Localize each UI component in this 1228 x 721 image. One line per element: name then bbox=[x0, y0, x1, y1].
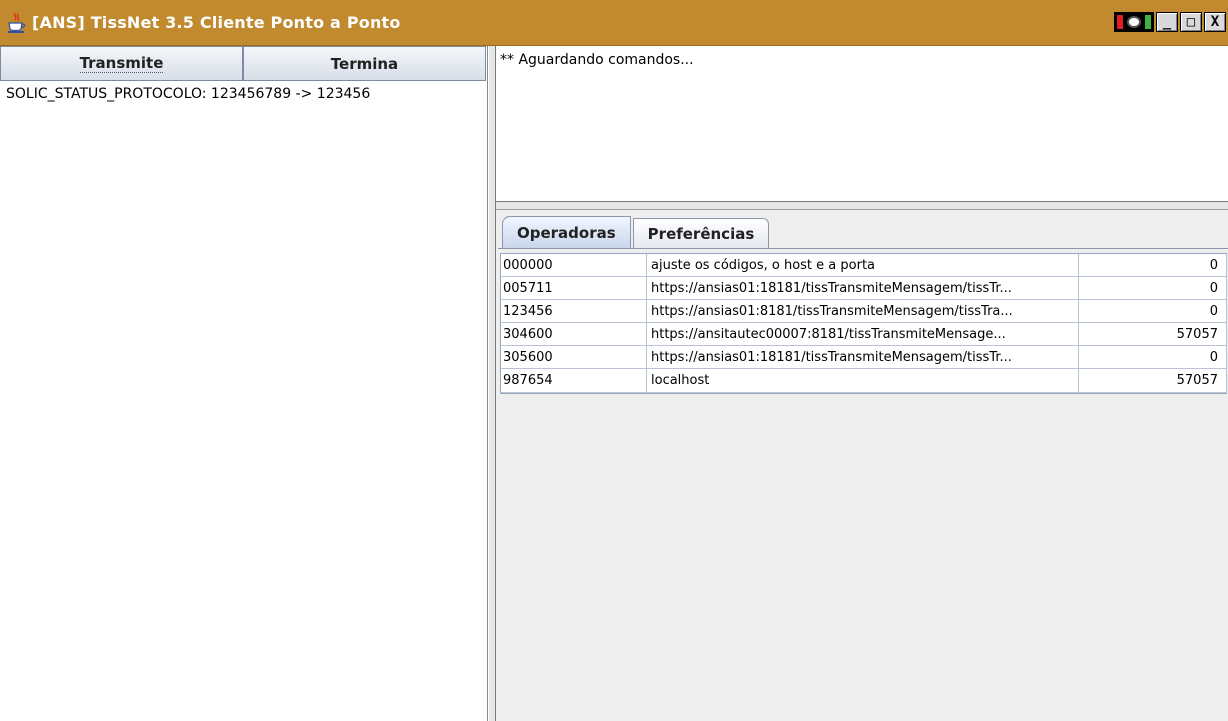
eye-icon[interactable] bbox=[1114, 12, 1154, 32]
code-cell[interactable]: 304600 bbox=[501, 323, 647, 345]
list-item[interactable]: SOLIC_STATUS_PROTOCOLO: 123456789 -> 123… bbox=[0, 82, 486, 106]
port-cell[interactable]: 57057 bbox=[1079, 369, 1227, 392]
title-bar[interactable]: [ANS] TissNet 3.5 Cliente Ponto a Ponto … bbox=[0, 0, 1228, 46]
operadoras-tab-content: 000000 ajuste os códigos, o host e a por… bbox=[498, 248, 1228, 721]
table-row[interactable]: 987654 localhost 57057 bbox=[501, 369, 1227, 393]
right-panel: ** Aguardando comandos... Operadoras Pre… bbox=[496, 46, 1228, 721]
port-cell[interactable]: 0 bbox=[1079, 277, 1227, 299]
transmite-button[interactable]: Transmite bbox=[0, 46, 243, 81]
java-cup-icon bbox=[8, 12, 26, 33]
tabs-area: Operadoras Preferências 000000 ajuste os… bbox=[496, 210, 1228, 721]
url-cell[interactable]: ajuste os códigos, o host e a porta bbox=[647, 254, 1079, 276]
termina-button[interactable]: Termina bbox=[243, 46, 486, 81]
url-cell[interactable]: https://ansias01:18181/tissTransmiteMens… bbox=[647, 346, 1079, 368]
vertical-splitter[interactable] bbox=[488, 46, 496, 721]
maximize-button[interactable]: □ bbox=[1180, 12, 1202, 32]
horizontal-splitter[interactable] bbox=[496, 202, 1228, 210]
minimize-button[interactable]: _ bbox=[1156, 12, 1178, 32]
code-cell[interactable]: 005711 bbox=[501, 277, 647, 299]
tab-operadoras[interactable]: Operadoras bbox=[502, 216, 631, 248]
port-cell[interactable]: 57057 bbox=[1079, 323, 1227, 345]
console-output[interactable]: ** Aguardando comandos... bbox=[496, 46, 1228, 202]
tab-bar: Operadoras Preferências bbox=[502, 216, 771, 248]
left-panel: Transmite Termina SOLIC_STATUS_PROTOCOLO… bbox=[0, 46, 488, 721]
table-row[interactable]: 304600 https://ansitautec00007:8181/tiss… bbox=[501, 323, 1227, 346]
code-cell[interactable]: 123456 bbox=[501, 300, 647, 322]
port-cell[interactable]: 0 bbox=[1079, 254, 1227, 276]
termina-button-label: Termina bbox=[330, 54, 399, 73]
table-row[interactable]: 005711 https://ansias01:18181/tissTransm… bbox=[501, 277, 1227, 300]
code-cell[interactable]: 305600 bbox=[501, 346, 647, 368]
code-cell[interactable]: 000000 bbox=[501, 254, 647, 276]
window-controls: _ □ X bbox=[1114, 12, 1226, 34]
url-cell[interactable]: https://ansias01:18181/tissTransmiteMens… bbox=[647, 277, 1079, 299]
request-list[interactable]: SOLIC_STATUS_PROTOCOLO: 123456789 -> 123… bbox=[0, 82, 486, 106]
console-text: ** Aguardando comandos... bbox=[500, 52, 694, 68]
port-cell[interactable]: 0 bbox=[1079, 300, 1227, 322]
url-cell[interactable]: https://ansitautec00007:8181/tissTransmi… bbox=[647, 323, 1079, 345]
left-toolbar: Transmite Termina bbox=[0, 46, 486, 81]
table-row[interactable]: 000000 ajuste os códigos, o host e a por… bbox=[501, 254, 1227, 277]
tab-preferencias[interactable]: Preferências bbox=[632, 218, 770, 248]
url-cell[interactable]: localhost bbox=[647, 369, 1079, 392]
operadoras-table: 000000 ajuste os códigos, o host e a por… bbox=[500, 253, 1227, 394]
table-row[interactable]: 123456 https://ansias01:8181/tissTransmi… bbox=[501, 300, 1227, 323]
code-cell[interactable]: 987654 bbox=[501, 369, 647, 392]
window-title: [ANS] TissNet 3.5 Cliente Ponto a Ponto bbox=[32, 13, 401, 32]
transmite-button-label: Transmite bbox=[79, 54, 164, 73]
url-cell[interactable]: https://ansias01:8181/tissTransmiteMensa… bbox=[647, 300, 1079, 322]
close-button[interactable]: X bbox=[1204, 12, 1226, 32]
port-cell[interactable]: 0 bbox=[1079, 346, 1227, 368]
table-row[interactable]: 305600 https://ansias01:18181/tissTransm… bbox=[501, 346, 1227, 369]
